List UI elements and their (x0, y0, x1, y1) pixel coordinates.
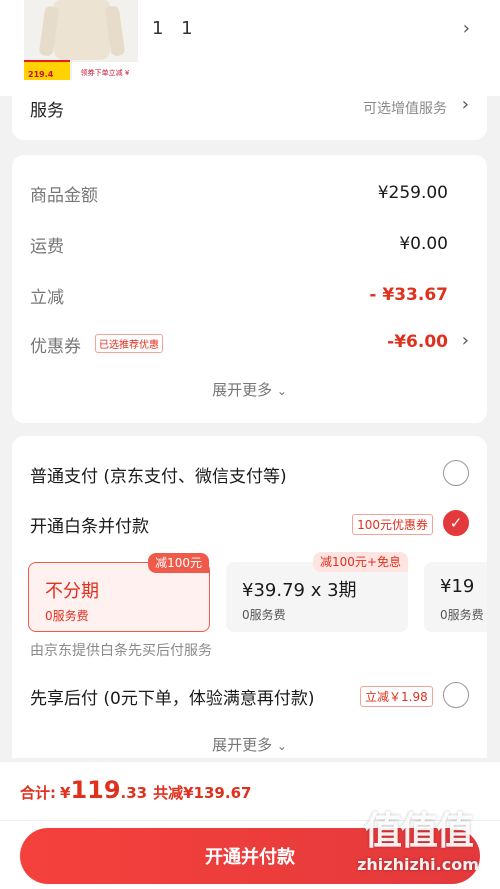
row-label-shipping: 运费 (30, 237, 64, 257)
total-label: 合计: (20, 784, 56, 802)
total-savings: 共减¥139.67 (153, 784, 252, 802)
plan-option-no-installment[interactable]: 减100元 不分期 0服务费 (28, 553, 210, 632)
baitiao-coupon-tag: 100元优惠券 (352, 514, 433, 535)
price-summary-card: 商品金额 ¥259.00 运费 ¥0.00 立减 - ¥33.67 优惠券 已选… (12, 155, 487, 423)
thumb-promo: 领券下单立减 ¥ (72, 62, 138, 80)
normal-payment-radio[interactable] (443, 460, 469, 486)
normal-payment-label[interactable]: 普通支付 (京东支付、微信支付等) (30, 462, 287, 487)
plan-fee: 0服务费 (242, 608, 286, 622)
watermark: 值值值 zhizhizhi.com (344, 800, 492, 880)
baitiao-payment-label[interactable]: 开通白条并付款 (30, 512, 149, 537)
baitiao-provider-note: 由京东提供白条先买后付服务 (30, 643, 212, 659)
row-value-goods-amount: ¥259.00 (377, 183, 448, 203)
plan-main: 不分期 (45, 581, 99, 602)
expand-more-label: 展开更多 (212, 736, 273, 754)
service-hint[interactable]: 可选增值服务 (363, 98, 447, 118)
service-card[interactable]: 服务 可选增值服务 › (12, 80, 487, 140)
plan-option-more-installments[interactable]: ¥19 0服务费 (424, 562, 487, 632)
chevron-right-icon[interactable]: › (463, 18, 470, 39)
row-label-instant-discount: 立减 (30, 288, 64, 308)
coupon-recommended-tag: 已选推荐优惠 (95, 334, 163, 353)
chevron-right-icon[interactable]: › (462, 330, 469, 351)
chevron-right-icon[interactable]: › (462, 94, 469, 115)
expand-more-button[interactable]: 展开更多 ⌄ (12, 379, 487, 400)
product-quantity: 1 1 (152, 18, 199, 39)
total-decimal: .33 (120, 784, 148, 802)
expand-more-button[interactable]: 展开更多 ⌄ (12, 734, 487, 755)
plan-main: ¥19 (440, 576, 475, 597)
plan-badge: 减100元 (148, 553, 209, 573)
pay-later-label[interactable]: 先享后付 (0元下单，体验满意再付款) (30, 684, 314, 709)
pay-later-radio[interactable] (443, 682, 469, 708)
sweater-image (54, 0, 110, 60)
baitiao-payment-radio[interactable]: ✓ (443, 510, 469, 536)
expand-more-label: 展开更多 (212, 381, 273, 399)
order-total: 合计: ¥ 119 .33 共减¥139.67 (20, 776, 251, 804)
row-value-instant-discount: - ¥33.67 (369, 285, 448, 305)
plan-fee: 0服务费 (45, 609, 89, 623)
chevron-down-icon: ⌄ (276, 739, 287, 753)
service-label: 服务 (30, 101, 64, 121)
plan-main: ¥39.79 x 3期 (242, 580, 357, 601)
checkmark-icon: ✓ (449, 514, 463, 532)
row-value-shipping: ¥0.00 (399, 234, 448, 254)
row-label-coupon: 优惠券 (30, 337, 81, 357)
chevron-down-icon: ⌄ (276, 384, 287, 398)
payment-card: 普通支付 (京东支付、微信支付等) 开通白条并付款 100元优惠券 ✓ 减100… (12, 436, 487, 758)
pay-later-discount-tag: 立减￥1.98 (360, 686, 433, 707)
total-integer: 119 (70, 776, 121, 804)
plan-fee: 0服务费 (440, 608, 484, 622)
watermark-site: zhizhizhi.com (357, 855, 479, 874)
row-label-goods-amount: 商品金额 (30, 186, 98, 206)
row-value-coupon[interactable]: -¥6.00 (387, 332, 448, 352)
total-currency: ¥ (60, 784, 71, 802)
thumb-price: 219.4 (24, 62, 70, 80)
product-thumbnail[interactable]: 219.4 领券下单立减 ¥ (24, 0, 138, 82)
plan-badge: 减100元+免息 (313, 552, 408, 572)
plan-option-3-installments[interactable]: 减100元+免息 ¥39.79 x 3期 0服务费 (226, 552, 408, 632)
watermark-logo: 值值值 (363, 809, 474, 853)
